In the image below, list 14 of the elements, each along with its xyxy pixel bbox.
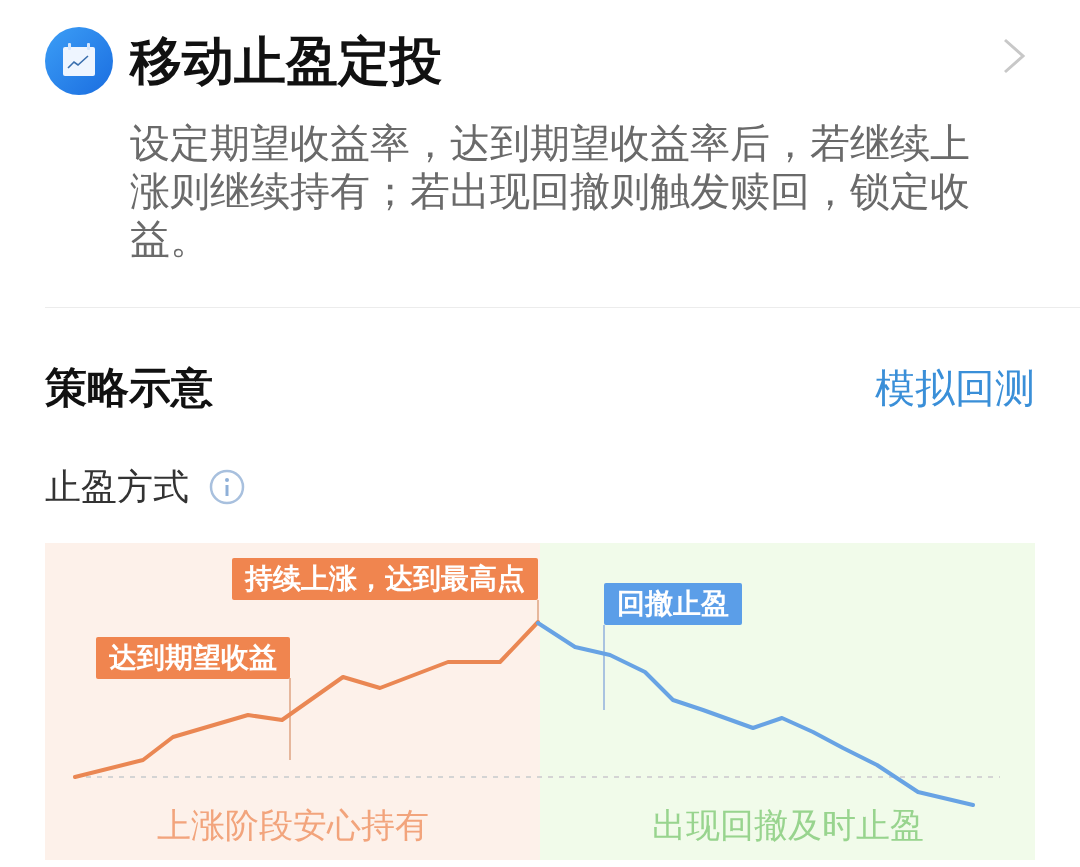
page-title: 移动止盈定投 — [130, 31, 442, 91]
callout-label: 回撤止盈 — [604, 583, 742, 625]
take-profit-label: 止盈方式 — [45, 465, 189, 509]
backtest-link[interactable]: 模拟回测 — [875, 364, 1035, 412]
info-icon[interactable] — [209, 469, 245, 505]
phase-label: 出现回撤及时止盈 — [651, 805, 924, 845]
section-title: 策略示意 — [45, 364, 213, 412]
phase-label: 上涨阶段安心持有 — [156, 805, 429, 845]
callout-label: 达到期望收益 — [96, 637, 290, 679]
chart-calendar-icon — [45, 27, 113, 95]
chevron-right-icon — [1002, 38, 1026, 74]
leader-line — [537, 599, 539, 623]
description-text: 设定期望收益率，达到期望收益率后，若继续上涨则继续持有；若出现回撤则触发赎回，锁定收益。 — [130, 120, 971, 263]
callout-label: 持续上涨，达到最高点 — [232, 558, 538, 600]
